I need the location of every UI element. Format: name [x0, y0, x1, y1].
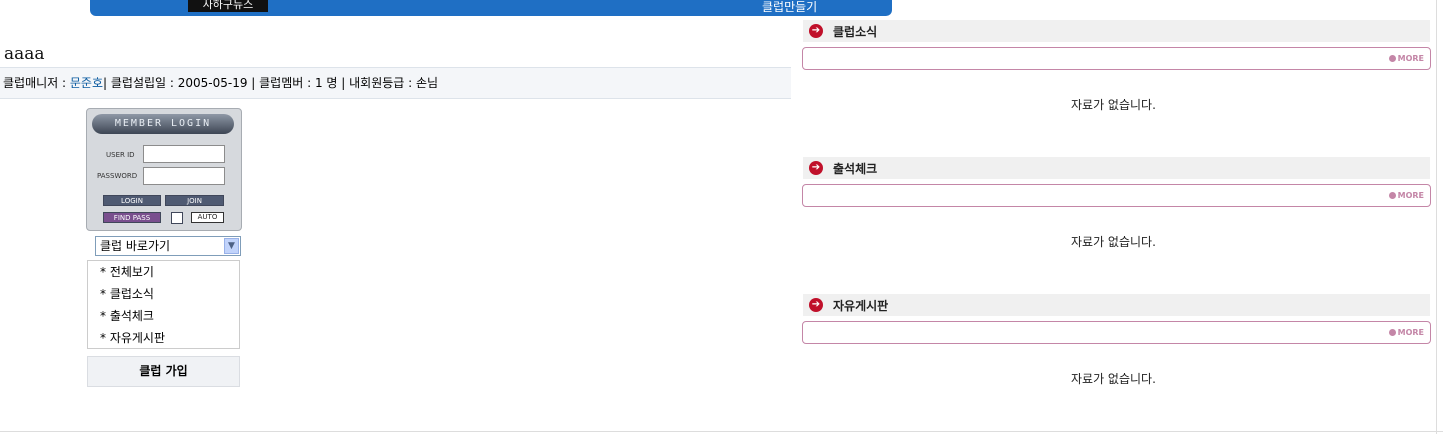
more-icon — [1388, 192, 1396, 199]
club-shortcut-select[interactable]: 클럽 바로가기 ▼ — [95, 236, 241, 256]
menu-item-attendance[interactable]: * 출석체크 — [100, 309, 154, 323]
menu-item-all[interactable]: * 전체보기 — [100, 265, 154, 279]
divider — [0, 431, 1443, 432]
menu-item-news[interactable]: * 클럽소식 — [100, 287, 154, 301]
chevron-down-icon[interactable]: ▼ — [224, 238, 239, 254]
empty-message: 자료가 없습니다. — [1071, 372, 1156, 386]
club-info-text: | 클럽설립일 : 2005-05-19 | 클럽멤버 : 1 명 | 내회원등… — [103, 76, 439, 90]
section-title[interactable]: 클럽소식 — [833, 23, 877, 40]
club-select-value: 클럽 바로가기 — [100, 239, 171, 253]
auto-login-checkbox[interactable] — [171, 212, 183, 224]
section-box-news: MORE — [802, 47, 1431, 70]
section-header-free-board: ➔ 자유게시판 — [803, 294, 1430, 316]
more-icon — [1388, 55, 1396, 62]
section-box-free-board: MORE — [802, 321, 1431, 344]
menu-item-free-board[interactable]: * 자유게시판 — [100, 331, 165, 345]
login-button[interactable]: LOGIN — [103, 195, 161, 206]
manager-name-link[interactable]: 문준호 — [70, 76, 103, 90]
section-title[interactable]: 출석체크 — [833, 160, 877, 177]
section-box-attendance: MORE — [802, 184, 1431, 207]
arrow-right-icon: ➔ — [809, 161, 823, 175]
manager-label: 클럽매니저 : — [3, 76, 70, 90]
more-icon — [1388, 329, 1396, 336]
club-title: aaaa — [4, 44, 45, 64]
arrow-right-icon: ➔ — [809, 298, 823, 312]
login-header: MEMBER LOGIN — [92, 114, 234, 134]
scrollbar-edge[interactable] — [1436, 0, 1437, 434]
password-label: PASSWORD — [97, 172, 138, 180]
more-link[interactable]: MORE — [1388, 54, 1424, 63]
more-link[interactable]: MORE — [1388, 191, 1424, 200]
club-info-bar: 클럽매니저 : 문준호| 클럽설립일 : 2005-05-19 | 클럽멤버 :… — [0, 67, 791, 99]
user-id-label: USER ID — [106, 151, 135, 159]
club-join-button[interactable]: 클럽 가입 — [87, 356, 240, 387]
auto-label: AUTO — [191, 212, 224, 223]
password-input[interactable] — [143, 167, 225, 185]
news-link[interactable]: 사하구뉴스 — [188, 0, 268, 12]
user-id-input[interactable] — [143, 145, 225, 163]
make-club-link[interactable]: 클럽만들기 — [762, 0, 817, 14]
empty-message: 자료가 없습니다. — [1071, 235, 1156, 249]
section-title[interactable]: 자유게시판 — [833, 297, 888, 314]
member-login-box: MEMBER LOGIN USER ID PASSWORD LOGIN JOIN… — [86, 108, 242, 231]
arrow-right-icon: ➔ — [809, 24, 823, 38]
join-small-button[interactable]: JOIN — [165, 195, 224, 206]
find-pass-button[interactable]: FIND PASS — [103, 212, 161, 223]
section-header-attendance: ➔ 출석체크 — [803, 157, 1430, 179]
club-menu: * 전체보기 * 클럽소식 * 출석체크 * 자유게시판 — [87, 260, 240, 349]
more-link[interactable]: MORE — [1388, 328, 1424, 337]
top-bar: 사하구뉴스 클럽만들기 — [90, 0, 892, 16]
section-header-news: ➔ 클럽소식 — [803, 20, 1430, 42]
empty-message: 자료가 없습니다. — [1071, 98, 1156, 112]
